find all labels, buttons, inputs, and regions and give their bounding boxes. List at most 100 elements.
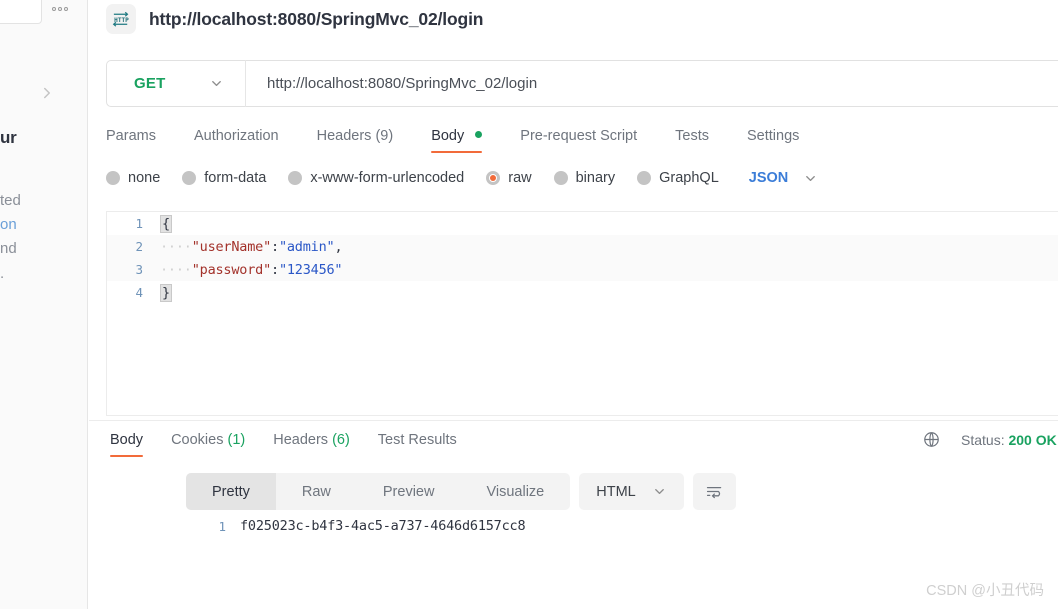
editor-line: 3 ····"password":"123456": [107, 258, 1058, 281]
tab-authorization[interactable]: Authorization: [175, 124, 298, 157]
postman-app-window: ur ted on nd . HTTP http://localhost:808…: [0, 0, 1058, 609]
tab-body[interactable]: Body: [412, 124, 501, 157]
tab-label: Headers: [316, 128, 372, 144]
radio-indicator: [553, 171, 568, 185]
open-brace: {: [160, 214, 172, 233]
tab-tests[interactable]: Tests: [656, 124, 728, 157]
line-content: ····"userName":"admin",: [143, 238, 343, 255]
editor-line: 4 }: [107, 281, 1058, 304]
json-key: "password": [191, 261, 271, 278]
editor-line: 2 ····"userName":"admin",: [107, 235, 1058, 258]
radio-indicator: [637, 171, 652, 185]
response-tab-test-results[interactable]: Test Results: [364, 428, 471, 461]
request-tab-bar: Params Authorization Headers (9) Body Pr…: [106, 124, 818, 157]
radio-label: form-data: [204, 170, 267, 186]
json-comma: ,: [334, 238, 343, 255]
http-protocol-icon: HTTP: [106, 4, 136, 34]
view-mode-raw[interactable]: Raw: [276, 473, 357, 510]
radio-label: raw: [508, 170, 532, 186]
segment-label: Raw: [301, 483, 331, 500]
view-mode-preview[interactable]: Preview: [357, 473, 461, 510]
tab-label: Settings: [746, 128, 800, 144]
editor-line: 1 {: [107, 212, 1058, 235]
tab-settings[interactable]: Settings: [728, 124, 818, 157]
json-value: "admin": [278, 238, 335, 255]
tab-badge: (1): [227, 432, 246, 448]
response-tab-bar: Body Cookies (1) Headers (6) Test Result…: [96, 428, 471, 461]
chevron-down-icon: [209, 76, 224, 91]
view-mode-pretty[interactable]: Pretty: [186, 473, 276, 510]
line-content: }: [143, 283, 172, 302]
svg-text:HTTP: HTTP: [114, 16, 129, 23]
sidebar-clipped-line-4: .: [0, 265, 5, 282]
watermark: CSDN @小丑代码: [926, 583, 1044, 599]
body-type-radio-group: none form-data x-www-form-urlencoded raw…: [106, 170, 818, 186]
radio-graphql[interactable]: GraphQL: [637, 170, 719, 186]
radio-binary[interactable]: binary: [553, 170, 616, 186]
url-input[interactable]: http://localhost:8080/SpringMvc_02/login: [246, 75, 537, 92]
response-type-dropdown[interactable]: HTML: [579, 473, 684, 510]
radio-label: GraphQL: [659, 170, 719, 186]
active-tab-underline: [110, 454, 144, 457]
tab-label: Body: [431, 128, 465, 144]
word-wrap-icon[interactable]: [692, 473, 736, 510]
chevron-right-icon[interactable]: [38, 84, 56, 102]
tab-pre-request-script[interactable]: Pre-request Script: [501, 124, 656, 157]
body-modified-dot: [475, 131, 483, 138]
active-tab-underline: [431, 150, 483, 153]
tab-params[interactable]: Params: [106, 124, 175, 157]
json-colon: :: [271, 261, 279, 278]
response-body-content: 1 f025023c-b4f3-4ac5-a737-4646d6157cc8: [186, 518, 525, 534]
radio-raw[interactable]: raw: [486, 170, 532, 186]
view-mode-visualize[interactable]: Visualize: [460, 473, 570, 510]
tab-label: Params: [106, 128, 156, 144]
tab-headers[interactable]: Headers (9): [298, 124, 413, 157]
response-tab-headers[interactable]: Headers (6): [259, 428, 364, 461]
line-number: 4: [135, 285, 143, 300]
response-view-toolbar: Pretty Raw Preview Visualize HTML: [186, 473, 736, 510]
method-dropdown[interactable]: GET: [107, 61, 245, 106]
radio-label: binary: [575, 170, 616, 186]
tab-label: Headers: [273, 432, 329, 448]
request-body-editor[interactable]: 1 { 2 ····"userName":"admin", 3 ····"pas…: [106, 211, 1058, 416]
response-type-label: HTML: [596, 483, 636, 500]
sidebar-top-card: [0, 0, 42, 24]
tab-label: Authorization: [193, 128, 279, 144]
line-number: 1: [218, 518, 226, 534]
status-prefix: Status:: [961, 431, 1009, 448]
more-horizontal-icon[interactable]: [52, 7, 68, 11]
sidebar-clipped-line-3: nd: [0, 240, 17, 257]
radio-indicator-selected: [486, 171, 501, 185]
status-badge: Status: 200 OK: [961, 432, 1057, 448]
segment-label: Pretty: [212, 483, 250, 500]
sidebar-clipped-heading: ur: [0, 128, 17, 147]
response-tab-cookies[interactable]: Cookies (1): [157, 428, 259, 461]
radio-indicator: [106, 171, 120, 185]
page-title: http://localhost:8080/SpringMvc_02/login: [149, 8, 484, 29]
chevron-down-icon: [652, 484, 667, 499]
line-content: ····"password":"123456": [143, 261, 343, 278]
url-bar: GET http://localhost:8080/SpringMvc_02/l…: [106, 60, 1058, 107]
globe-icon[interactable]: [923, 431, 940, 448]
radio-x-www-form-urlencoded[interactable]: x-www-form-urlencoded: [288, 170, 464, 186]
view-mode-segmented-control: Pretty Raw Preview Visualize: [186, 473, 571, 510]
body-format-label: JSON: [748, 170, 789, 186]
request-title-row: HTTP http://localhost:8080/SpringMvc_02/…: [106, 4, 483, 34]
radio-none[interactable]: none: [106, 170, 160, 186]
request-response-pane: HTTP http://localhost:8080/SpringMvc_02/…: [89, 0, 1058, 609]
response-body-value: f025023c-b4f3-4ac5-a737-4646d6157cc8: [240, 518, 526, 534]
line-number: 2: [135, 239, 143, 254]
json-key: "userName": [191, 238, 271, 255]
close-brace: }: [160, 283, 172, 302]
radio-form-data[interactable]: form-data: [182, 170, 266, 186]
chevron-down-icon: [803, 171, 818, 186]
sidebar-clipped-line-1: ted: [0, 192, 21, 209]
response-tab-body[interactable]: Body: [96, 428, 157, 461]
tab-badge: (9): [375, 128, 394, 144]
radio-indicator: [288, 171, 303, 185]
json-value: "123456": [278, 261, 343, 278]
line-content: {: [143, 214, 172, 233]
sidebar-clipped-line-2[interactable]: on: [0, 216, 17, 233]
segment-label: Preview: [382, 483, 435, 500]
body-format-dropdown[interactable]: JSON: [749, 170, 819, 186]
